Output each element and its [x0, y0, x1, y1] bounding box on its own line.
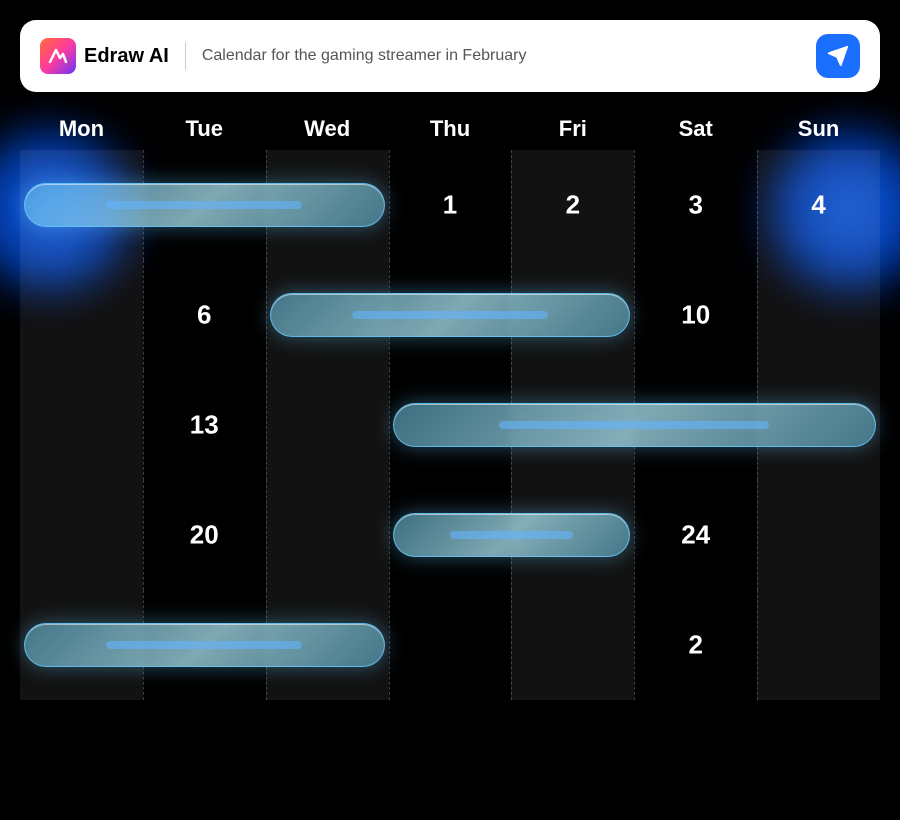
date-num-20-r3: 20 — [190, 520, 219, 551]
day-header-wed: Wed — [266, 104, 389, 150]
date-num-13-r2: 13 — [190, 410, 219, 441]
date-num-1-r0: 1 — [443, 190, 457, 221]
v-line-3 — [389, 370, 390, 480]
cal-cell-r0-c3: 1 — [389, 150, 512, 260]
gantt-bar-bar2 — [270, 293, 631, 337]
v-line-3 — [389, 480, 390, 590]
cal-cell-r3-c5: 24 — [634, 480, 757, 590]
date-num-4-r0: 4 — [811, 190, 825, 221]
cal-cell-r4-c3 — [389, 590, 512, 700]
calendar: Mon Tue Wed Thu Fri Sat Sun 123461013202… — [20, 104, 880, 700]
date-num-3-r0: 3 — [688, 190, 702, 221]
cal-row-0: 1 2 3 4 — [20, 150, 880, 260]
cal-cell-r3-c2 — [266, 480, 389, 590]
v-line-3 — [389, 150, 390, 260]
cal-cell-r2-c0 — [20, 370, 143, 480]
cal-cell-r3-c0 — [20, 480, 143, 590]
cal-cell-r4-c4 — [511, 590, 634, 700]
date-num-10-r1: 10 — [681, 300, 710, 331]
gantt-bar-fill — [450, 531, 572, 539]
cal-cell-r1-c6 — [757, 260, 880, 370]
cal-cell-r4-c6 — [757, 590, 880, 700]
gantt-bar-fill — [499, 421, 769, 429]
gantt-bar-fill — [106, 201, 302, 209]
cal-cell-r1-c1: 6 — [143, 260, 266, 370]
v-line-5 — [634, 590, 635, 700]
cal-row-1: 6 10 — [20, 260, 880, 370]
cal-cell-r3-c1: 20 — [143, 480, 266, 590]
cal-cell-r1-c5: 10 — [634, 260, 757, 370]
cal-cell-r3-c6 — [757, 480, 880, 590]
logo-area: Edraw AI — [40, 38, 169, 74]
cal-cell-r0-c5: 3 — [634, 150, 757, 260]
date-num-24-r3: 24 — [681, 520, 710, 551]
header-bar: Edraw AI Calendar for the gaming streame… — [20, 20, 880, 92]
gantt-bar-bar3 — [393, 403, 876, 447]
cal-cell-r1-c0 — [20, 260, 143, 370]
v-line-6 — [757, 480, 758, 590]
send-icon — [827, 45, 849, 67]
cal-row-3: 2024 — [20, 480, 880, 590]
main-container: Edraw AI Calendar for the gaming streame… — [20, 20, 880, 700]
date-num-6-r1: 6 — [197, 300, 211, 331]
v-line-1 — [143, 370, 144, 480]
v-line-4 — [511, 150, 512, 260]
v-line-2 — [266, 370, 267, 480]
v-line-6 — [757, 590, 758, 700]
cal-cell-r0-c6: 4 — [757, 150, 880, 260]
v-line-2 — [266, 480, 267, 590]
logo-text: Edraw AI — [84, 45, 169, 68]
v-line-1 — [143, 480, 144, 590]
cal-cell-r2-c1: 13 — [143, 370, 266, 480]
send-button[interactable] — [816, 34, 860, 78]
day-headers: Mon Tue Wed Thu Fri Sat Sun — [20, 104, 880, 150]
v-line-1 — [143, 260, 144, 370]
v-line-2 — [266, 260, 267, 370]
day-header-sun: Sun — [757, 104, 880, 150]
header-divider — [185, 42, 186, 70]
day-header-mon: Mon — [20, 104, 143, 150]
v-line-5 — [634, 150, 635, 260]
date-num-2-r4: 2 — [688, 630, 702, 661]
day-header-thu: Thu — [389, 104, 512, 150]
v-line-5 — [634, 260, 635, 370]
edraw-logo-icon — [40, 38, 76, 74]
calendar-rows: 12346101320242 — [20, 150, 880, 700]
cal-row-2: 13 — [20, 370, 880, 480]
header-title: Calendar for the gaming streamer in Febr… — [202, 47, 800, 65]
day-header-fri: Fri — [511, 104, 634, 150]
day-header-sat: Sat — [634, 104, 757, 150]
gantt-bar-fill — [352, 311, 548, 319]
gantt-bar-bar1 — [24, 183, 385, 227]
v-line-3 — [389, 590, 390, 700]
cal-cell-r4-c5: 2 — [634, 590, 757, 700]
date-num-2-r0: 2 — [566, 190, 580, 221]
gantt-bar-fill — [106, 641, 302, 649]
cal-cell-r2-c2 — [266, 370, 389, 480]
v-line-6 — [757, 150, 758, 260]
v-line-5 — [634, 480, 635, 590]
cal-row-4: 2 — [20, 590, 880, 700]
gantt-bar-bar4 — [393, 513, 631, 557]
cal-cell-r0-c4: 2 — [511, 150, 634, 260]
gantt-bar-bar5 — [24, 623, 385, 667]
v-line-4 — [511, 590, 512, 700]
day-header-tue: Tue — [143, 104, 266, 150]
v-line-6 — [757, 260, 758, 370]
